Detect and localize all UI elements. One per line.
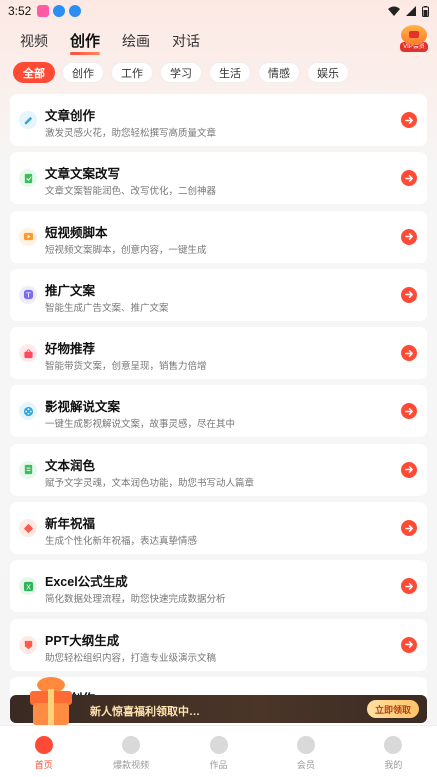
download-icon	[53, 5, 66, 17]
film-reel-icon	[19, 402, 37, 421]
arrow-right-icon[interactable]	[401, 578, 417, 595]
wifi-icon	[388, 6, 400, 16]
tool-card-title: Excel公式生成	[45, 575, 128, 590]
tool-card[interactable]: T 推广文案智能生成广告文案、推广文案	[10, 268, 427, 321]
arrow-right-icon[interactable]	[401, 403, 417, 420]
fire-icon	[122, 736, 141, 754]
tool-card-title: 文本润色	[45, 458, 96, 473]
folder-icon	[209, 736, 228, 754]
nav-label: 会员	[296, 760, 315, 770]
tool-card-title: 文章文案改写	[45, 167, 121, 182]
arrow-right-icon[interactable]	[401, 112, 417, 128]
nav-item-1[interactable]: 爆款视频	[87, 726, 174, 777]
tool-card-desc: 赋予文字灵魂，文本润色功能，助您书写动人篇章	[45, 477, 255, 489]
tool-card-title: PPT大纲生成	[45, 633, 120, 648]
tool-card[interactable]: X Excel公式生成简化数据处理流程，助您快速完成数据分析	[10, 560, 427, 613]
video-script-icon	[19, 227, 37, 246]
gift-box-icon	[30, 677, 72, 725]
tool-card-title: 好物推荐	[45, 342, 96, 357]
svg-text:X: X	[25, 582, 30, 591]
filter-chip-2[interactable]: 工作	[111, 62, 153, 83]
arrow-right-icon[interactable]	[401, 636, 417, 653]
tool-card-desc: 文章文案智能润色、改写优化，二创神器	[45, 186, 217, 198]
app-notification-icon	[37, 5, 50, 17]
tab-2[interactable]: 绘画	[122, 31, 150, 55]
vip-crown-icon	[401, 25, 427, 45]
tool-list: 文章创作激发灵感火花，助您轻松撰写高质量文章文章文案改写文章文案智能润色、改写优…	[10, 94, 427, 735]
nav-label: 我的	[384, 760, 403, 770]
status-time: 3:52	[8, 4, 32, 18]
tool-card[interactable]: 新年祝福生成个性化新年祝福，表达真挚情感	[10, 502, 427, 555]
nav-label: 爆款视频	[113, 760, 150, 770]
tool-card[interactable]: 文本润色赋予文字灵魂，文本润色功能，助您书写动人篇章	[10, 443, 427, 496]
ppt-icon	[19, 635, 37, 654]
vip-badge[interactable]: VIP会员	[399, 25, 429, 53]
arrow-right-icon[interactable]	[401, 520, 417, 537]
nav-item-2[interactable]: 作品	[175, 726, 262, 777]
top-tabs: 视频 创作 绘画 对话	[20, 30, 222, 55]
tool-card[interactable]: 短视频脚本短视频文案脚本，创意内容，一键生成	[10, 210, 427, 263]
excel-icon: X	[19, 577, 37, 596]
tool-card-title: 文章创作	[45, 109, 96, 123]
crown-icon	[296, 736, 315, 754]
signal-icon	[406, 6, 416, 16]
filter-chip-1[interactable]: 创作	[62, 62, 104, 83]
tool-card-title: 短视频脚本	[45, 225, 108, 240]
tool-card-title: 影视解说文案	[45, 400, 121, 415]
tool-card-desc: 一键生成影视解说文案，故事灵感，尽在其中	[45, 419, 236, 431]
tool-card-desc: 智能带货文案，创意呈现，销售力倍增	[45, 361, 207, 373]
tool-card-desc: 激发灵感火花，助您轻松撰写高质量文章	[45, 128, 217, 139]
nav-item-4[interactable]: 我的	[350, 726, 437, 777]
arrow-right-icon[interactable]	[401, 345, 417, 362]
tool-card-desc: 短视频文案脚本，创意内容，一键生成	[45, 244, 207, 256]
nav-label: 首页	[34, 760, 53, 770]
promo-text: 新人惊喜福利领取中…	[90, 706, 200, 718]
tool-card-desc: 助您轻松组织内容，打造专业级演示文稿	[45, 652, 217, 664]
battery-icon	[422, 5, 429, 17]
filter-chip-3[interactable]: 学习	[160, 62, 202, 83]
tool-card-desc: 生成个性化新年祝福，表达真挚情感	[45, 536, 198, 548]
arrow-right-icon[interactable]	[401, 170, 417, 187]
document-icon	[19, 460, 37, 479]
filter-chip-4[interactable]: 生活	[209, 62, 251, 83]
profile-icon	[384, 736, 403, 754]
rewrite-icon	[19, 169, 37, 188]
home-icon	[34, 736, 53, 754]
tool-card[interactable]: PPT大纲生成助您轻松组织内容，打造专业级演示文稿	[10, 618, 427, 671]
promo-claim-button[interactable]: 立即领取	[366, 700, 419, 718]
tab-1[interactable]: 创作	[70, 30, 101, 55]
tool-card[interactable]: 影视解说文案一键生成影视解说文案，故事灵感，尽在其中	[10, 385, 427, 438]
nav-item-3[interactable]: 会员	[262, 726, 349, 777]
tool-card[interactable]: 文章文案改写文章文案智能润色、改写优化，二创神器	[10, 152, 427, 205]
blessing-icon	[19, 519, 37, 538]
filter-chip-6[interactable]: 娱乐	[307, 62, 349, 83]
pen-icon	[19, 111, 37, 129]
download-icon-2	[69, 5, 82, 17]
nav-label: 作品	[209, 760, 228, 770]
arrow-right-icon[interactable]	[401, 461, 417, 478]
arrow-right-icon[interactable]	[401, 286, 417, 303]
tab-3[interactable]: 对话	[172, 31, 200, 55]
tool-card-title: 推广文案	[45, 283, 96, 298]
tool-card-desc: 简化数据处理流程，助您快速完成数据分析	[45, 594, 226, 606]
shopping-bag-icon	[19, 344, 37, 363]
tool-card[interactable]: 文章创作激发灵感火花，助您轻松撰写高质量文章	[10, 94, 427, 146]
status-bar: 3:52	[0, 0, 437, 22]
filter-chip-0[interactable]: 全部	[13, 62, 55, 83]
svg-text:T: T	[25, 291, 31, 300]
megaphone-icon: T	[19, 285, 37, 304]
tool-card-title: 新年祝福	[45, 517, 96, 532]
tool-card-desc: 智能生成广告文案、推广文案	[45, 302, 169, 314]
bottom-nav: 首页 爆款视频 作品 会员 我的	[0, 725, 437, 777]
tool-card[interactable]: 好物推荐智能带货文案，创意呈现，销售力倍增	[10, 327, 427, 380]
filter-chips: 全部 创作 工作 学习 生活 情感 娱乐	[13, 62, 349, 83]
nav-item-0[interactable]: 首页	[0, 726, 87, 777]
tab-0[interactable]: 视频	[20, 31, 48, 55]
arrow-right-icon[interactable]	[401, 228, 417, 245]
filter-chip-5[interactable]: 情感	[258, 62, 300, 83]
